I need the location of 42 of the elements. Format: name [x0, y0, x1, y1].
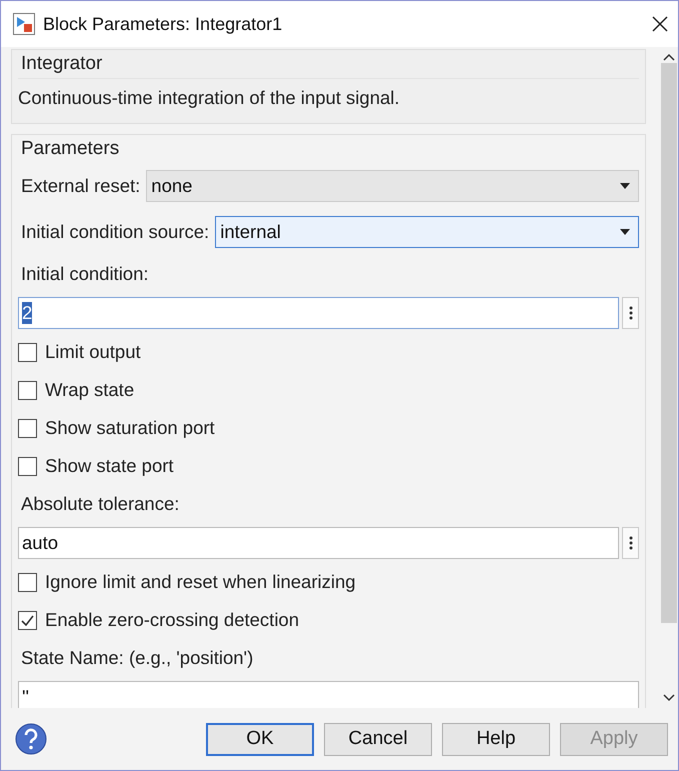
field-label: State Name: (e.g., 'position') — [20, 647, 254, 669]
checkbox-label: Ignore limit and reset when linearizing — [44, 571, 356, 593]
checkbox[interactable] — [18, 456, 37, 476]
checkbox[interactable] — [18, 572, 37, 592]
caret-icon — [620, 183, 630, 189]
dropdown[interactable]: none — [146, 170, 639, 202]
field-label: Initial condition source: — [20, 221, 210, 243]
more-icon — [628, 536, 632, 550]
input-field[interactable]: auto — [18, 527, 619, 559]
field-label: Absolute tolerance: — [20, 493, 180, 515]
app-icon — [13, 13, 35, 35]
field-label: External reset: — [20, 175, 140, 197]
checkbox-label: Limit output — [44, 341, 141, 363]
caret-icon — [620, 229, 630, 235]
close-icon[interactable] — [652, 16, 668, 32]
input-field[interactable]: '' — [18, 681, 639, 708]
checkbox-label: Show saturation port — [44, 417, 215, 439]
window-title: Block Parameters: Integrator1 — [43, 14, 284, 34]
help-icon[interactable] — [15, 723, 47, 755]
checkbox-label: Show state port — [44, 455, 174, 477]
dialog-button[interactable]: OK — [206, 722, 314, 756]
field-label: Initial condition: — [20, 263, 149, 285]
more-icon — [628, 306, 632, 320]
checkbox[interactable] — [18, 610, 37, 630]
more-button[interactable] — [622, 297, 639, 329]
check-icon — [21, 614, 34, 626]
block-description: Continuous-time integration of the input signal. — [18, 78, 639, 115]
section-title: Parameters — [20, 137, 120, 161]
checkbox-label: Wrap state — [44, 379, 134, 401]
checkbox[interactable] — [18, 380, 37, 400]
checkbox-label: Enable zero-crossing detection — [44, 609, 300, 631]
dialog-button[interactable]: Cancel — [324, 722, 432, 756]
more-button[interactable] — [622, 527, 639, 559]
checkbox[interactable] — [18, 342, 37, 362]
section-title: Integrator — [20, 52, 104, 76]
dropdown[interactable]: internal — [215, 216, 639, 248]
dialog-button[interactable]: Help — [442, 722, 550, 756]
scroll-down-icon[interactable] — [663, 694, 675, 702]
scrollbar-thumb[interactable] — [661, 63, 677, 623]
scroll-up-icon[interactable] — [663, 53, 675, 61]
checkbox[interactable] — [18, 418, 37, 438]
input-field[interactable]: 2 — [18, 297, 619, 329]
